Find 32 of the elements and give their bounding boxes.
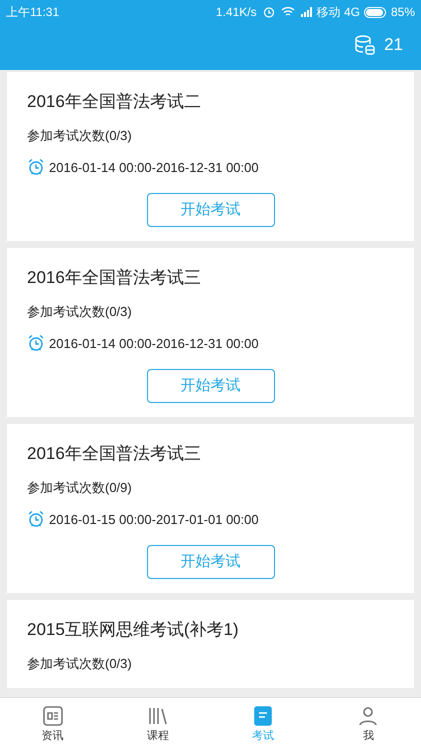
exam-period: 2016-01-14 00:00-2016-12-31 00:00 <box>49 158 259 176</box>
tab-bar-item[interactable]: 资讯 <box>0 698 106 750</box>
signal-icon <box>300 7 313 17</box>
battery-icon <box>364 6 388 18</box>
exam-title: 2016年全国普法考试二 <box>27 91 202 113</box>
alarm-clock-icon <box>27 158 45 176</box>
exam-title: 2016年全国普法考试三 <box>27 267 202 289</box>
tab-bar-item[interactable]: 考试 <box>210 698 316 750</box>
battery-level: 85% <box>390 4 415 21</box>
attempt-count: 参加考试次数(0/3) <box>27 655 133 673</box>
start-exam-button[interactable]: 开始考试 <box>146 545 274 579</box>
exam-title: 2015互联网思维考试(补考1) <box>27 619 240 641</box>
coin-count: 21 <box>384 34 403 56</box>
tab-bar-item[interactable]: 我 <box>316 698 421 750</box>
alarm-clock-icon <box>27 334 45 352</box>
wifi-icon <box>280 6 295 18</box>
start-exam-button[interactable]: 开始考试 <box>146 193 274 227</box>
alarm-clock-icon <box>27 510 45 528</box>
attempt-count: 参加考试次数(0/9) <box>27 479 133 497</box>
network-speed: 1.41K/s <box>216 4 257 21</box>
status-time: 上午11:31 <box>6 4 60 21</box>
attempt-count: 参加考试次数(0/3) <box>27 127 133 145</box>
carrier-label: 移动 4G <box>316 4 360 21</box>
exam-title: 2016年全国普法考试三 <box>27 443 202 465</box>
tab-bar-item[interactable]: 课程 <box>105 698 210 750</box>
start-exam-button[interactable]: 开始考试 <box>146 369 274 403</box>
attempt-count: 参加考试次数(0/3) <box>27 303 133 321</box>
newspaper-icon <box>40 704 65 728</box>
exam-period: 2016-01-15 00:00-2017-01-01 00:00 <box>49 510 259 528</box>
coins-icon <box>354 34 376 56</box>
alarm-icon <box>262 6 275 18</box>
exam-period: 2016-01-14 00:00-2016-12-31 00:00 <box>49 334 259 352</box>
